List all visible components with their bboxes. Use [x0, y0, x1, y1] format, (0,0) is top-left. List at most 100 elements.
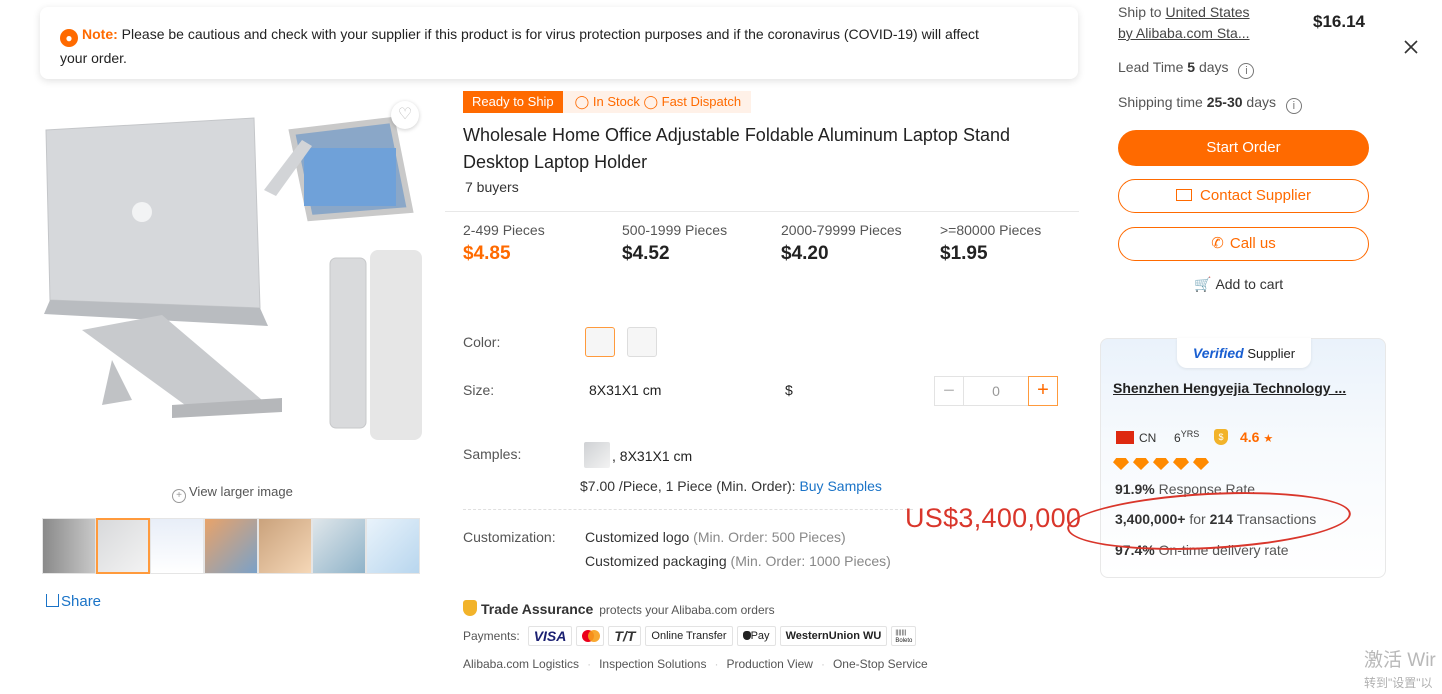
thumbnail-strip	[42, 518, 420, 574]
shipping-time-unit: days	[1246, 94, 1276, 110]
years-value: 6	[1174, 431, 1181, 445]
product-title: Wholesale Home Office Adjustable Foldabl…	[463, 125, 1010, 172]
notice-text: Please be cautious and check with your s…	[60, 26, 979, 66]
quantity-stepper: − +	[934, 376, 1058, 406]
product-main-image[interactable]	[42, 100, 426, 460]
thumbnail[interactable]	[204, 518, 258, 574]
check-circle-icon: ◯	[574, 94, 590, 109]
rating-value: 4.6	[1240, 429, 1260, 445]
china-flag-icon	[1116, 431, 1134, 444]
color-swatch[interactable]	[627, 327, 657, 357]
close-icon[interactable]	[1402, 38, 1420, 56]
tier-quantity: 500-1999 Pieces	[622, 222, 728, 238]
customization-label: Customization:	[463, 529, 556, 545]
tt-logo: T/T	[608, 626, 642, 646]
service-logistics-link[interactable]: Alibaba.com Logistics	[463, 657, 579, 671]
shield-icon	[463, 600, 477, 616]
gold-supplier-icon: $	[1214, 429, 1228, 445]
start-order-button[interactable]: Start Order	[1118, 130, 1369, 166]
ship-to-country-link[interactable]: United States	[1165, 4, 1249, 20]
add-to-cart-label: Add to cart	[1215, 276, 1284, 292]
custom-logo-label: Customized logo	[585, 529, 690, 545]
watermark-line2: 转到"设置"以	[1364, 676, 1433, 690]
in-stock-tag: ◯ In Stock ◯ Fast Dispatch	[562, 91, 752, 113]
shipping-cost: $16.14	[1313, 12, 1365, 31]
cart-icon: 🛒	[1194, 276, 1212, 292]
thumbnail[interactable]	[366, 518, 420, 574]
service-production-link[interactable]: Production View	[726, 657, 813, 671]
share-link[interactable]: Share	[46, 593, 101, 610]
thumbnail-selected[interactable]	[96, 518, 150, 574]
service-onestop-link[interactable]: One-Stop Service	[833, 657, 928, 671]
visa-logo: VISA	[527, 626, 573, 646]
favorite-heart-icon[interactable]: ♡	[391, 101, 419, 129]
increment-button[interactable]: +	[1028, 376, 1058, 406]
divider	[445, 211, 1079, 212]
decrement-button[interactable]: −	[934, 376, 964, 406]
trade-assurance-desc: protects your Alibaba.com orders	[599, 603, 775, 617]
shipping-time-value: 25-30	[1206, 94, 1243, 110]
size-price: $	[785, 382, 793, 398]
buyers-count: 7 buyers	[465, 179, 519, 195]
diamond-rating	[1113, 458, 1209, 470]
samples-price: $7.00 /Piece, 1 Piece (Min. Order): Buy …	[580, 478, 882, 494]
boleto-label: Boleto	[895, 638, 913, 644]
service-inspection-link[interactable]: Inspection Solutions	[599, 657, 706, 671]
separator: ·	[820, 657, 825, 671]
custom-packaging-option: Customized packaging (Min. Order: 1000 P…	[585, 553, 891, 569]
samples-size: , 8X31X1 cm	[612, 448, 693, 464]
ship-to-prefix: Ship to	[1118, 4, 1162, 20]
view-larger-label: View larger image	[189, 484, 293, 499]
tier-quantity: >=80000 Pieces	[940, 222, 1042, 238]
view-larger-link[interactable]: + View larger image	[172, 484, 293, 503]
fast-dispatch-label: Fast Dispatch	[661, 94, 742, 109]
call-us-button[interactable]: ✆ Call us	[1118, 227, 1369, 261]
check-circle-icon: ◯	[643, 94, 659, 109]
diamond-icon	[1173, 458, 1189, 470]
thumbnail[interactable]	[258, 518, 312, 574]
online-transfer-logo: Online Transfer	[645, 626, 733, 646]
shipping-time: Shipping time 25-30 days i	[1118, 94, 1302, 114]
quantity-input[interactable]	[964, 376, 1028, 406]
thumbnail[interactable]	[42, 518, 96, 574]
product-tags: Ready to Ship ◯ In Stock ◯ Fast Dispatch	[463, 91, 752, 113]
windows-activation-watermark: 激活 Wir 转到"设置"以	[1364, 650, 1436, 694]
lead-time-value: 5	[1187, 59, 1196, 75]
lead-time: Lead Time 5 days i	[1118, 59, 1255, 79]
contact-supplier-button[interactable]: Contact Supplier	[1118, 179, 1369, 213]
response-rate-value: 91.9%	[1115, 481, 1155, 497]
tier-quantity: 2000-79999 Pieces	[781, 222, 902, 238]
mail-icon	[1176, 189, 1193, 201]
price-tier: 500-1999 Pieces $4.52	[622, 222, 727, 265]
ship-to-info: Ship to United States by Alibaba.com Sta…	[1118, 2, 1250, 44]
apple-pay-logo: Pay	[736, 626, 776, 646]
color-label: Color:	[463, 334, 501, 350]
thumbnail[interactable]	[150, 518, 204, 574]
lightbulb-icon: ●	[60, 29, 78, 47]
info-icon[interactable]: i	[1285, 98, 1302, 114]
payments-label: Payments:	[463, 629, 520, 643]
call-us-label: Call us	[1229, 235, 1276, 252]
supplier-name-link[interactable]: Shenzhen Hengyejia Technology ...	[1113, 380, 1365, 396]
buy-samples-link[interactable]: Buy Samples	[799, 478, 881, 494]
price-tier: 2-499 Pieces $4.85	[463, 222, 545, 265]
share-label: Share	[61, 593, 102, 610]
size-label: Size:	[463, 382, 495, 398]
share-icon	[46, 594, 59, 607]
western-union-logo: WesternUnion WU	[779, 626, 888, 646]
add-to-cart-link[interactable]: 🛒 Add to cart	[1194, 276, 1283, 293]
info-icon[interactable]: i	[1238, 63, 1255, 79]
ready-to-ship-tag: Ready to Ship	[463, 91, 563, 113]
years-unit: YRS	[1180, 429, 1200, 439]
shipping-method-link[interactable]: by Alibaba.com Sta...	[1118, 25, 1250, 41]
samples-label: Samples:	[463, 446, 522, 462]
tier-price: $4.85	[463, 243, 511, 264]
color-swatch-selected[interactable]	[585, 327, 615, 357]
diamond-icon	[1193, 458, 1209, 470]
custom-logo-option: Customized logo (Min. Order: 500 Pieces)	[585, 529, 846, 545]
diamond-icon	[1153, 458, 1169, 470]
watermark-line1: 激活 Wir	[1364, 650, 1436, 671]
supplier-country: CN	[1139, 431, 1157, 445]
sample-thumbnail	[584, 442, 610, 468]
thumbnail[interactable]	[312, 518, 366, 574]
